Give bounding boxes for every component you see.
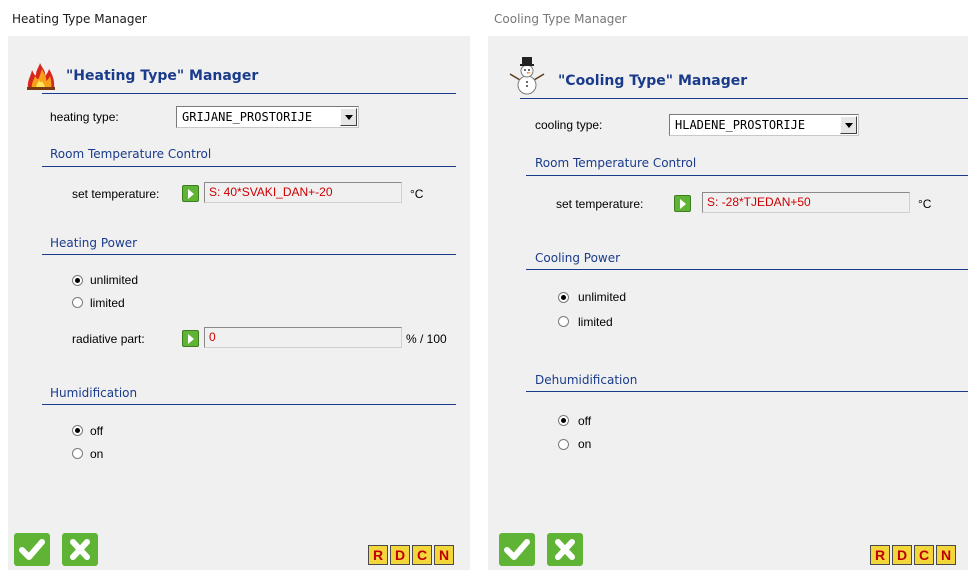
r-button[interactable]: R [870,545,890,565]
limited-radio[interactable] [72,297,83,308]
dehumidification-on-label: on [578,437,592,451]
chevron-down-icon[interactable] [340,108,357,126]
limited-radio[interactable] [558,316,569,327]
radiative-part-value: 0 [209,330,216,344]
set-temperature-value: S: -28*TJEDAN+50 [707,195,811,209]
flame-icon [26,62,56,90]
window-title: Cooling Type Manager [494,12,627,26]
window-divider [480,0,488,570]
dehumidification-section-title: Dehumidification [535,373,638,387]
cooling-type-dropdown[interactable]: HLADENE_PROSTORIJE [669,114,859,136]
title-underline [42,93,456,94]
d-button[interactable]: D [390,545,410,565]
cancel-button[interactable] [62,533,98,566]
ok-button[interactable] [499,533,535,566]
cooling-panel: "Cooling Type" Manager cooling type: HLA… [488,36,968,570]
unlimited-label: unlimited [578,290,627,304]
cooling-power-section-title: Cooling Power [535,251,621,265]
section-divider [42,404,456,405]
cooling-type-value: HLADENE_PROSTORIJE [675,118,806,132]
humidification-section-title: Humidification [50,386,138,400]
chevron-down-icon[interactable] [840,116,857,134]
unlimited-radio[interactable] [558,292,569,303]
c-button-label: C [416,547,428,563]
temperature-unit: °C [410,187,424,201]
room-temperature-section-title: Room Temperature Control [535,156,697,170]
section-divider [42,254,456,255]
temperature-unit: °C [918,197,932,211]
heating-type-dropdown[interactable]: GRIJANE_PROSTORIJE [176,106,359,128]
d-button-label: D [394,547,406,563]
dehumidification-off-label: off [578,414,592,428]
limited-label: limited [578,315,613,329]
r-button-label: R [372,547,384,563]
r-button-label: R [874,547,886,563]
section-divider [526,269,968,270]
n-button-label: N [940,547,952,563]
radiative-unit: % / 100 [406,332,447,346]
heating-power-section-title: Heating Power [50,236,138,250]
heating-type-manager-window: Heating Type Manager "Heating Type" Mana… [0,0,478,570]
cooling-type-label: cooling type: [535,118,603,132]
play-icon[interactable] [674,195,691,212]
set-temperature-field[interactable]: S: -28*TJEDAN+50 [702,192,910,213]
c-button-label: C [918,547,930,563]
humidification-on-radio[interactable] [72,448,83,459]
play-icon[interactable] [182,330,199,347]
play-icon[interactable] [182,185,199,202]
title-underline [520,98,968,99]
checkmark-icon [504,539,530,560]
c-button[interactable]: C [914,545,934,565]
unlimited-radio[interactable] [72,275,83,286]
radiative-part-label: radiative part: [72,332,145,346]
radiative-part-field[interactable]: 0 [204,327,402,348]
snowman-icon [506,56,548,96]
dehumidification-off-radio[interactable] [558,415,569,426]
humidification-on-label: on [90,447,104,461]
set-temperature-label: set temperature: [72,187,160,201]
humidification-off-radio[interactable] [72,425,83,436]
n-button[interactable]: N [936,545,956,565]
section-divider [42,166,456,167]
r-button[interactable]: R [368,545,388,565]
checkmark-icon [19,539,45,560]
humidification-off-label: off [90,424,104,438]
section-divider [526,175,968,176]
heating-panel: "Heating Type" Manager heating type: GRI… [8,36,470,570]
ok-button[interactable] [14,533,50,566]
d-button[interactable]: D [892,545,912,565]
section-divider [526,391,968,392]
set-temperature-field[interactable]: S: 40*SVAKI_DAN+-20 [204,182,402,203]
x-icon [70,539,90,560]
n-button[interactable]: N [434,545,454,565]
unlimited-label: unlimited [90,273,139,287]
set-temperature-label: set temperature: [556,197,644,211]
room-temperature-section-title: Room Temperature Control [50,147,212,161]
x-icon [555,539,575,560]
heating-type-value: GRIJANE_PROSTORIJE [182,110,313,124]
manager-title: "Heating Type" Manager [66,68,259,84]
dehumidification-on-radio[interactable] [558,439,569,450]
manager-title: "Cooling Type" Manager [558,73,748,89]
set-temperature-value: S: 40*SVAKI_DAN+-20 [209,185,333,199]
cancel-button[interactable] [547,533,583,566]
n-button-label: N [438,547,450,563]
window-title: Heating Type Manager [12,12,147,26]
heating-type-label: heating type: [50,110,119,124]
limited-label: limited [90,296,125,310]
c-button[interactable]: C [412,545,432,565]
d-button-label: D [896,547,908,563]
cooling-type-manager-window: Cooling Type Manager "Cooling Type" Mana… [488,0,968,570]
